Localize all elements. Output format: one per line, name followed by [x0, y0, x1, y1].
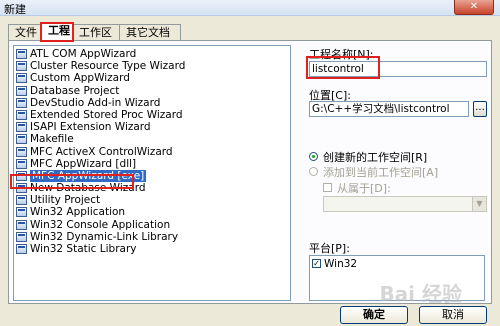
list-item-label: Win32 Application: [30, 206, 126, 219]
close-icon: ✕: [469, 1, 479, 12]
create-new-workspace-label: 创建新的工作空间[R]: [323, 151, 428, 164]
checkbox-checked-icon: ✓: [312, 259, 321, 268]
list-item[interactable]: DevStudio Add-in Wizard: [14, 97, 290, 109]
project-type-icon: [16, 170, 27, 181]
add-to-workspace-label: 添加到当前工作空间[A]: [323, 166, 439, 179]
project-type-icon: [16, 244, 27, 254]
list-item[interactable]: Win32 Console Application: [14, 219, 290, 231]
list-item-label: Win32 Console Application: [30, 218, 171, 231]
window-title: 新建: [4, 3, 26, 16]
list-item[interactable]: Win32 Static Library: [14, 243, 290, 255]
close-button[interactable]: ✕: [454, 0, 494, 15]
dependency-checkbox[interactable]: [323, 183, 332, 192]
list-item-label: MFC AppWizard [exe]: [30, 169, 147, 182]
dependency-label: 从属于[D]:: [337, 182, 391, 195]
project-type-icon: [16, 85, 27, 96]
chevron-down-icon: ▼: [472, 197, 486, 211]
list-item[interactable]: Extended Stored Proc Wizard: [14, 109, 290, 121]
list-item[interactable]: ATL COM AppWizard: [14, 48, 290, 60]
title-bar: 新建 ✕: [0, 0, 500, 16]
list-item-label: Win32 Dynamic-Link Library: [30, 230, 179, 243]
project-type-icon: [16, 49, 27, 59]
list-item-label: MFC AppWizard [dll]: [30, 157, 137, 170]
list-item-label: Makefile: [30, 133, 74, 146]
tab-workspaces[interactable]: 工作区: [72, 24, 120, 40]
tab-files[interactable]: 文件: [8, 24, 42, 40]
project-type-icon: [16, 195, 27, 206]
project-type-icon: [16, 146, 27, 157]
watermark: Bai 经验: [379, 282, 462, 306]
add-to-workspace-radio[interactable]: [309, 167, 318, 176]
platform-label: 平台[P]:: [309, 242, 350, 255]
list-item-label: ISAPI Extension Wizard: [30, 121, 151, 134]
project-type-icon: [16, 231, 27, 242]
project-type-icon: [16, 109, 27, 120]
list-item-label: Win32 Static Library: [30, 243, 137, 255]
project-type-icon: [16, 73, 27, 84]
list-item[interactable]: Custom AppWizard: [14, 72, 290, 84]
project-type-icon: [16, 219, 27, 230]
project-type-icon: [16, 134, 27, 145]
list-item-label: Utility Project: [30, 194, 101, 207]
list-item-label: Cluster Resource Type Wizard: [30, 60, 186, 73]
list-item-label: Custom AppWizard: [30, 72, 130, 85]
list-item[interactable]: Cluster Resource Type Wizard: [14, 60, 290, 72]
browse-button[interactable]: ...: [473, 101, 487, 117]
platform-item-win32[interactable]: ✓ Win32: [312, 258, 357, 270]
list-item[interactable]: MFC AppWizard [exe]: [14, 169, 290, 182]
projects-panel: ATL COM AppWizard Cluster Resource Type W…: [8, 40, 492, 304]
list-item[interactable]: MFC AppWizard [dll]: [14, 158, 290, 170]
list-item[interactable]: ISAPI Extension Wizard: [14, 121, 290, 133]
project-type-icon: [16, 183, 27, 194]
project-type-icon: [16, 61, 27, 72]
new-dialog: 文件 工程 工作区 其它文档 ATL COM AppWizard Cluster …: [0, 16, 500, 326]
tab-projects[interactable]: 工程: [41, 22, 73, 41]
list-item-label: New Database Wizard: [30, 182, 146, 195]
list-item[interactable]: Win32 Dynamic-Link Library: [14, 231, 290, 243]
list-item[interactable]: MFC ActiveX ControlWizard: [14, 146, 290, 158]
tab-other-documents[interactable]: 其它文档: [119, 24, 181, 40]
project-type-icon: [16, 97, 27, 108]
list-item-label: Database Project: [30, 84, 120, 97]
project-name-label: 工程名称[N]:: [309, 48, 374, 61]
project-type-icon: [16, 207, 27, 218]
list-item[interactable]: Win32 Application: [14, 206, 290, 218]
dependency-select[interactable]: ▼: [323, 196, 487, 212]
ok-button[interactable]: 确定: [340, 306, 408, 324]
project-type-icon: [16, 158, 27, 169]
create-new-workspace-radio[interactable]: [309, 152, 318, 161]
list-item[interactable]: Makefile: [14, 133, 290, 145]
list-item[interactable]: Utility Project: [14, 194, 290, 206]
list-item-label: ATL COM AppWizard: [30, 48, 137, 60]
list-item-label: DevStudio Add-in Wizard: [30, 96, 161, 109]
list-item[interactable]: New Database Wizard: [14, 182, 290, 194]
project-options: 工程名称[N]: listcontrol 位置[C]: G:\C++学习文档\l…: [306, 41, 489, 303]
list-item[interactable]: Database Project: [14, 85, 290, 97]
location-input[interactable]: G:\C++学习文档\listcontrol: [309, 101, 469, 117]
list-item-label: Extended Stored Proc Wizard: [30, 108, 183, 121]
project-name-input[interactable]: listcontrol: [309, 61, 487, 77]
list-item-label: MFC ActiveX ControlWizard: [30, 145, 173, 158]
cancel-button[interactable]: 取消: [419, 306, 487, 324]
project-type-icon: [16, 122, 27, 133]
project-type-list[interactable]: ATL COM AppWizard Cluster Resource Type W…: [13, 45, 291, 301]
